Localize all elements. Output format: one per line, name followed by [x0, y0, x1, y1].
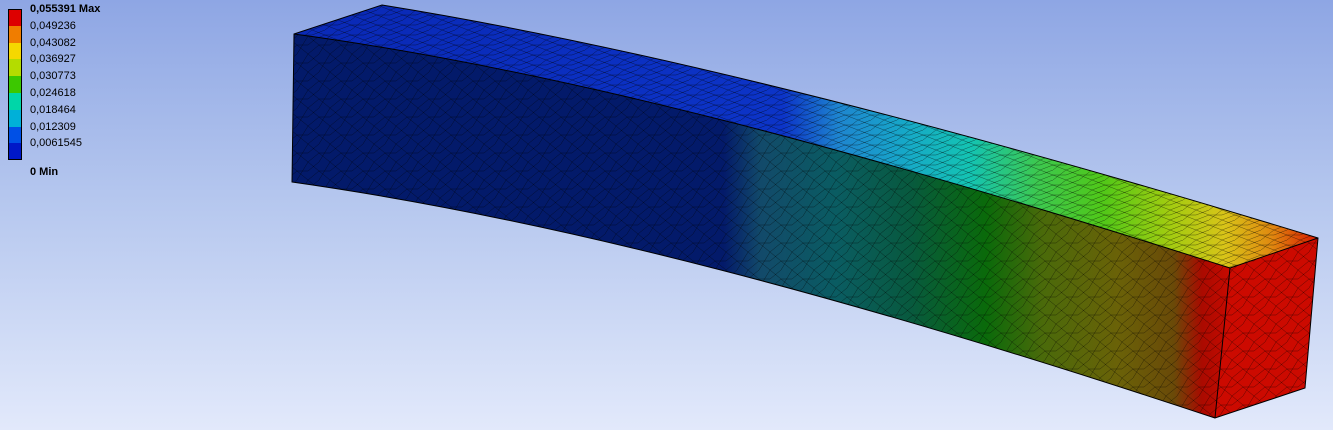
legend-swatch: [8, 93, 22, 110]
legend-value-label: 0,0061545: [30, 137, 82, 150]
legend-swatch: [8, 9, 22, 26]
legend-swatch: [8, 42, 22, 60]
legend-value-label: 0,049236: [30, 19, 76, 32]
legend-min-label: 0 Min: [30, 166, 59, 178]
legend-value-label: 0,043082: [30, 36, 76, 49]
legend-swatch: [8, 76, 22, 93]
legend-swatch: [8, 59, 22, 77]
legend-value-label: 0,024618: [30, 87, 76, 99]
legend-max-label: 0,055391 Max: [30, 3, 101, 15]
legend-swatch: [8, 126, 22, 144]
legend-swatch: [8, 25, 22, 43]
legend-value-label: 0,018464: [30, 103, 76, 116]
legend-swatch: [8, 109, 22, 127]
legend-value-label: 0,030773: [30, 70, 76, 83]
legend-value-label: 0,012309: [30, 120, 76, 133]
legend-swatch: [8, 143, 22, 161]
model-viewport[interactable]: [0, 0, 1333, 430]
legend-value-label: 0,036927: [30, 53, 76, 66]
